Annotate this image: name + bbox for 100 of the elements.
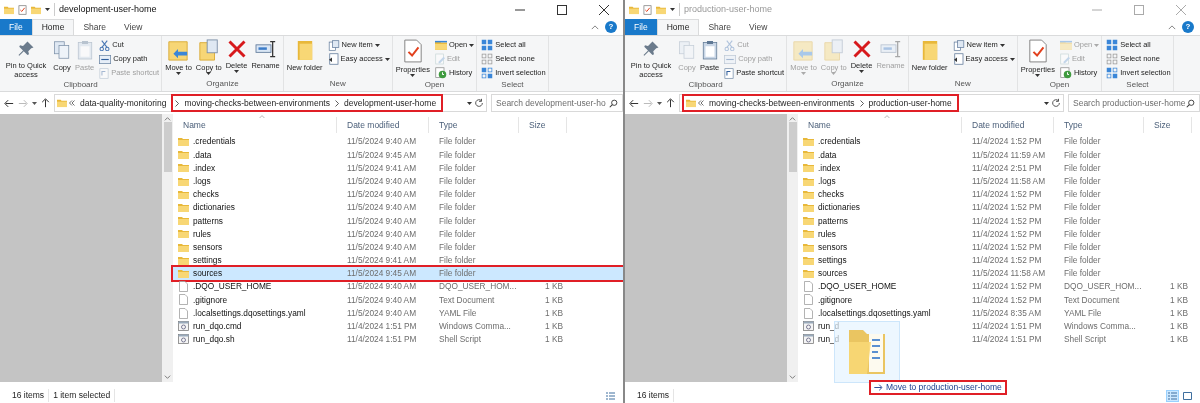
file-row[interactable]: .index 11/4/2024 2:51 PM File folder bbox=[798, 161, 1200, 175]
column-header[interactable]: Size bbox=[1144, 117, 1192, 133]
type-cell-text: Text Document bbox=[1063, 293, 1121, 307]
file-row[interactable]: .data 11/5/2024 9:45 AM File folder bbox=[173, 148, 623, 162]
search-field[interactable]: Search development-user-ho bbox=[491, 94, 623, 112]
up-icon bbox=[41, 98, 50, 108]
file-row[interactable]: checks 11/5/2024 9:40 AM File folder bbox=[173, 187, 623, 201]
help-button[interactable]: ? bbox=[1182, 21, 1194, 33]
ribbon-tab[interactable]: View bbox=[740, 19, 777, 35]
file-icon bbox=[803, 307, 813, 319]
file-name: sources bbox=[193, 267, 223, 280]
scissors-icon bbox=[99, 39, 111, 51]
file-name: dictionaries bbox=[818, 201, 860, 214]
column-header[interactable]: Name bbox=[798, 117, 962, 133]
collapse-icon bbox=[591, 25, 599, 30]
column-header[interactable]: Date modified bbox=[337, 117, 429, 133]
file-row[interactable]: run_dqo.sh 11/4/2024 1:51 PM Shell Script 1 KB bbox=[173, 332, 623, 346]
file-row[interactable]: .credentials 11/4/2024 1:52 PM File folder bbox=[798, 135, 1200, 149]
file-row[interactable]: run_dqo.cmd 11/4/2024 1:51 PM Windows Comma... 1 KB bbox=[173, 319, 623, 333]
file-row[interactable]: run_d 11/4/2024 1:51 PM Shell Script 1 KB bbox=[798, 332, 1200, 346]
file-row[interactable]: run_d 11/4/2024 1:51 PM Windows Comma... 1 KB bbox=[798, 319, 1200, 333]
address-bar[interactable]: data-quality-monitoring moving-checks-between-environments development-user-home bbox=[54, 94, 487, 112]
file-row[interactable]: settings 11/5/2024 9:41 AM File folder bbox=[173, 253, 623, 267]
file-row[interactable]: sensors 11/5/2024 9:40 AM File folder bbox=[173, 240, 623, 254]
breadcrumb[interactable]: data-quality-monitoring bbox=[77, 96, 170, 110]
date-cell-text: 11/4/2024 1:51 PM bbox=[971, 320, 1043, 333]
folder-icon bbox=[802, 203, 814, 213]
ribbon-tab[interactable]: Share bbox=[74, 19, 116, 35]
column-header[interactable]: Name bbox=[173, 117, 337, 133]
folder-icon bbox=[177, 176, 189, 186]
path-icon bbox=[99, 54, 112, 64]
file-name: patterns bbox=[193, 214, 223, 227]
file-row[interactable]: .gitignore 11/5/2024 9:40 AM Text Document 1 KB bbox=[173, 293, 623, 307]
group-label: New bbox=[953, 79, 972, 90]
type-cell-text: Text Document bbox=[438, 293, 496, 307]
file-row[interactable]: .localsettings.dqosettings.yaml 11/5/2024 9:40 AM YAML File 1 KB bbox=[173, 306, 623, 320]
type-cell-text: File folder bbox=[1063, 240, 1102, 254]
column-header[interactable]: Type bbox=[1054, 117, 1144, 133]
date-cell-text: 11/4/2024 1:52 PM bbox=[971, 254, 1043, 267]
script-icon bbox=[802, 321, 814, 332]
type-cell-text: File folder bbox=[438, 227, 477, 241]
breadcrumb[interactable]: moving-checks-between-environments bbox=[706, 96, 858, 110]
file-row[interactable]: .gitignore 11/4/2024 1:52 PM Text Document 1 KB bbox=[798, 293, 1200, 307]
type-cell-text: File folder bbox=[438, 135, 477, 148]
file-row[interactable]: sensors 11/4/2024 1:52 PM File folder bbox=[798, 240, 1200, 254]
file-name: rules bbox=[193, 227, 211, 241]
breadcrumb[interactable]: production-user-home bbox=[865, 96, 955, 110]
file-row[interactable]: .index 11/5/2024 9:41 AM File folder bbox=[173, 161, 623, 175]
file-row[interactable]: dictionaries 11/4/2024 1:52 PM File folder bbox=[798, 200, 1200, 215]
file-row[interactable]: checks 11/4/2024 1:52 PM File folder bbox=[798, 187, 1200, 201]
breadcrumb[interactable]: moving-checks-between-environments bbox=[181, 96, 333, 110]
column-header[interactable]: Date modified bbox=[962, 117, 1054, 133]
file-row[interactable]: sources 11/5/2024 9:45 AM File folder bbox=[173, 266, 623, 281]
file-icon bbox=[178, 294, 188, 306]
large-icons-view-button[interactable] bbox=[1181, 389, 1194, 402]
file-row[interactable]: .logs 11/5/2024 11:58 AM File folder bbox=[798, 174, 1200, 188]
file-row[interactable]: patterns 11/4/2024 1:52 PM File folder bbox=[798, 214, 1200, 228]
file-row[interactable]: dictionaries 11/5/2024 9:40 AM File folder bbox=[173, 200, 623, 215]
file-row[interactable]: sources 11/5/2024 11:58 AM File folder bbox=[798, 266, 1200, 281]
scroll-thumb[interactable] bbox=[788, 122, 797, 172]
file-row[interactable]: rules 11/5/2024 9:40 AM File folder bbox=[173, 227, 623, 241]
help-button[interactable]: ? bbox=[605, 21, 617, 33]
address-bar[interactable]: moving-checks-between-environments production-user-home bbox=[679, 94, 1064, 112]
scroll-thumb[interactable] bbox=[163, 122, 172, 172]
file-name: .credentials bbox=[193, 135, 236, 148]
type-cell-text: File folder bbox=[438, 161, 477, 175]
file-row[interactable]: .DQO_USER_HOME 11/4/2024 1:52 PM DQO_USER_HOM... 1 KB bbox=[798, 280, 1200, 294]
column-header[interactable]: Type bbox=[429, 117, 519, 133]
file-row[interactable]: settings 11/4/2024 1:52 PM File folder bbox=[798, 253, 1200, 267]
details-view-button[interactable] bbox=[604, 389, 617, 402]
file-row[interactable]: .localsettings.dqosettings.yaml 11/5/2024 8:35 AM YAML File 1 KB bbox=[798, 306, 1200, 320]
file-row[interactable]: .DQO_USER_HOME 11/5/2024 9:40 AM DQO_USER_HOM... 1 KB bbox=[173, 280, 623, 294]
group-label: New bbox=[328, 79, 347, 90]
column-header[interactable]: Size bbox=[519, 117, 567, 133]
file-name: dictionaries bbox=[193, 201, 235, 214]
ribbon-tab[interactable]: Share bbox=[699, 19, 741, 35]
caret-icon bbox=[469, 43, 475, 47]
file-row[interactable]: .data 11/5/2024 11:59 AM File folder bbox=[798, 148, 1200, 162]
file-row[interactable]: .logs 11/5/2024 9:40 AM File folder bbox=[173, 174, 623, 188]
file-icon bbox=[803, 281, 813, 293]
caret-icon bbox=[1009, 57, 1015, 61]
script-icon bbox=[802, 334, 814, 345]
file-row[interactable]: rules 11/4/2024 1:52 PM File folder bbox=[798, 227, 1200, 241]
ribbon-tab[interactable]: File bbox=[0, 19, 32, 35]
ribbon-tab[interactable]: View bbox=[115, 19, 152, 35]
date-cell-text: 11/4/2024 1:52 PM bbox=[971, 227, 1043, 241]
search-field[interactable]: Search production-user-home bbox=[1068, 94, 1200, 112]
details-view-button[interactable] bbox=[1166, 389, 1179, 402]
breadcrumb[interactable]: development-user-home bbox=[341, 96, 440, 110]
ribbon-tab[interactable]: Home bbox=[31, 19, 75, 35]
type-cell-text: File folder bbox=[1063, 135, 1102, 148]
folder-icon bbox=[802, 268, 814, 278]
folder-icon bbox=[434, 40, 447, 50]
ribbon-tab[interactable]: File bbox=[625, 19, 657, 35]
group-label: Open bbox=[423, 80, 446, 91]
ribbon-tab[interactable]: Home bbox=[656, 19, 700, 35]
caret-icon bbox=[45, 8, 50, 11]
file-row[interactable]: patterns 11/5/2024 9:40 AM File folder bbox=[173, 214, 623, 228]
status-text: 16 items bbox=[633, 389, 675, 402]
file-row[interactable]: .credentials 11/5/2024 9:40 AM File folder bbox=[173, 135, 623, 149]
